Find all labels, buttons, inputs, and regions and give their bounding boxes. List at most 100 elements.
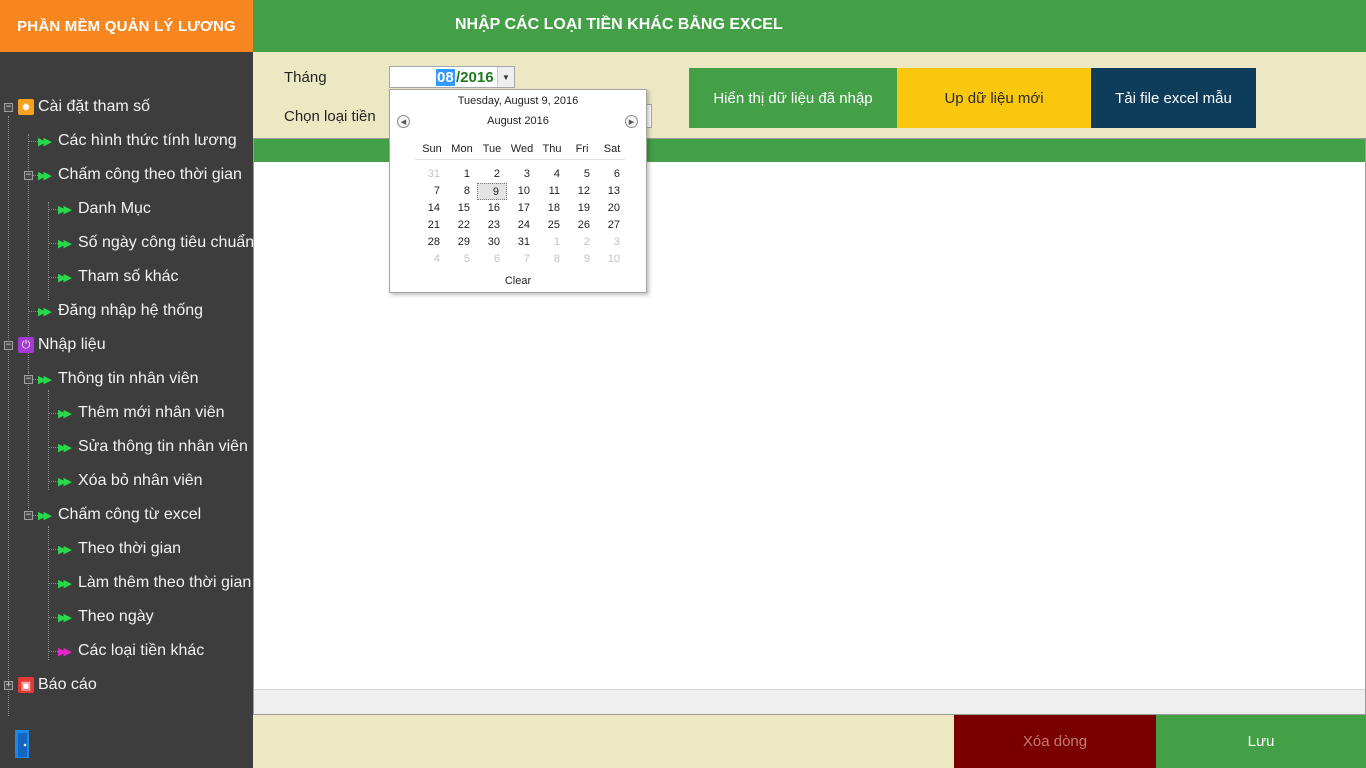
calendar-day[interactable]: 29 [447,234,477,251]
calendar-day[interactable]: 20 [597,200,627,217]
calendar-day[interactable]: 2 [477,166,507,183]
calendar-day[interactable]: 10 [507,183,537,200]
sidebar-item[interactable]: ▶▶ Đăng nhập hệ thống [38,298,203,324]
double-arrow-icon: ▶▶ [38,509,52,522]
collapse-icon[interactable]: − [24,171,33,180]
tree-connector-line [48,202,49,300]
sidebar-item[interactable]: ▶▶ Xóa bỏ nhân viên [58,468,203,494]
upload-data-button[interactable]: Up dữ liệu mới [897,68,1091,128]
calendar-day[interactable]: 31 [417,166,447,183]
calendar-day[interactable]: 6 [597,166,627,183]
double-arrow-icon: ▶▶ [38,305,52,318]
calendar-day[interactable]: 14 [417,200,447,217]
calendar-day[interactable]: 6 [477,251,507,268]
calendar-day[interactable]: 25 [537,217,567,234]
calendar-day[interactable]: 1 [447,166,477,183]
calendar-day[interactable]: 19 [567,200,597,217]
sidebar-item[interactable]: ▶▶ Sửa thông tin nhân viên [58,434,248,460]
calendar-day[interactable]: 3 [597,234,627,251]
collapse-icon[interactable]: − [24,375,33,384]
calendar-day[interactable]: 3 [507,166,537,183]
calendar-day[interactable]: 16 [477,200,507,217]
double-arrow-icon: ▶▶ [58,543,72,556]
collapse-icon[interactable]: − [4,341,13,350]
sidebar-item-label: Thêm mới nhân viên [78,404,225,421]
sidebar-item[interactable]: ▶▶ Làm thêm theo thời gian [58,570,251,596]
exit-door-icon[interactable] [14,729,36,759]
month-picker-input[interactable]: 08 /2016 ▼ [389,66,515,88]
sidebar-item[interactable]: ▶▶ Danh Mục [58,196,151,222]
sidebar-item[interactable]: ▣ Báo cáo [18,672,97,698]
calendar-day[interactable]: 24 [507,217,537,234]
calendar-day[interactable]: 8 [537,251,567,268]
tree-connector-line [48,583,58,584]
sidebar-item[interactable]: ▶▶ Theo thời gian [58,536,181,562]
calendar-day[interactable]: 12 [567,183,597,200]
sidebar-item[interactable]: ▶▶ Chấm công từ excel [38,502,201,528]
calendar-day[interactable]: 13 [597,183,627,200]
show-data-button[interactable]: Hiển thị dữ liệu đã nhập [689,68,897,128]
calendar-day[interactable]: 5 [567,166,597,183]
calendar-day[interactable]: 7 [507,251,537,268]
power-icon: ⏻ [18,337,34,353]
sidebar-item[interactable]: ▶▶ Các hình thức tính lương [38,128,237,154]
calendar-day[interactable]: 28 [417,234,447,251]
calendar-day[interactable]: 4 [417,251,447,268]
calendar-day[interactable]: 27 [597,217,627,234]
calendar-weekday: Thu [542,143,562,155]
sidebar-item-label: Chấm công từ excel [58,506,202,523]
calendar-day[interactable]: 9 [477,183,507,200]
calendar-day[interactable]: 1 [537,234,567,251]
sidebar-item-label: Làm thêm theo thời gian [78,574,252,591]
sidebar-item[interactable]: ▶▶ Theo ngày [58,604,154,630]
sidebar-item[interactable]: ▶▶ Thêm mới nhân viên [58,400,225,426]
tree-connector-line [48,481,58,482]
tree-connector-line [8,116,9,716]
sidebar-item[interactable]: ▶▶ Thông tin nhân viên [38,366,199,392]
calendar-clear-button[interactable]: Clear [390,275,646,287]
chevron-down-icon[interactable]: ▼ [497,67,514,87]
sidebar-item[interactable]: ▶▶ Tham số khác [58,264,178,290]
calendar-day[interactable]: 23 [477,217,507,234]
tree-connector-line [48,390,49,490]
expand-icon[interactable]: + [4,681,13,690]
calendar-day[interactable]: 4 [537,166,567,183]
tree-connector-line [48,243,58,244]
sidebar-item[interactable]: ▶▶ Số ngày công tiêu chuẩn [58,230,254,256]
calendar-day[interactable]: 10 [597,251,627,268]
sidebar-item[interactable]: ▶▶ Các loại tiền khác [58,638,204,664]
calendar-month-title[interactable]: August 2016 [390,115,646,127]
calendar-day[interactable]: 11 [537,183,567,200]
collapse-icon[interactable]: − [4,103,13,112]
calendar-day[interactable]: 7 [417,183,447,200]
calendar-day[interactable]: 26 [567,217,597,234]
delete-row-button[interactable]: Xóa dòng [954,715,1156,768]
calendar-weekday: Sat [603,143,621,155]
chevron-right-icon[interactable]: ▶ [625,115,638,128]
collapse-icon[interactable]: − [24,511,33,520]
calendar-day[interactable]: 22 [447,217,477,234]
calendar-day[interactable]: 2 [567,234,597,251]
save-button[interactable]: Lưu [1156,715,1366,768]
calendar-day[interactable]: 21 [417,217,447,234]
sidebar-item[interactable]: ⏻ Nhập liệu [18,332,106,358]
calendar-day[interactable]: 18 [537,200,567,217]
tree-connector-line [48,447,58,448]
double-arrow-icon: ▶▶ [58,271,72,284]
sidebar-item[interactable]: ▶▶ Chấm công theo thời gian [38,162,242,188]
sidebar-item[interactable]: ✹ Cài đặt tham số [18,94,150,120]
calendar-day[interactable]: 5 [447,251,477,268]
download-template-button[interactable]: Tải file excel mẫu [1091,68,1256,128]
tree-connector-line [48,651,58,652]
calendar-day[interactable]: 15 [447,200,477,217]
calendar-day[interactable]: 30 [477,234,507,251]
tree-connector-line [48,209,58,210]
sidebar-item-label: Xóa bỏ nhân viên [78,472,203,489]
double-arrow-icon: ▶▶ [38,373,52,386]
calendar-day[interactable]: 31 [507,234,537,251]
double-arrow-icon: ▶▶ [58,203,72,216]
calendar-day[interactable]: 9 [567,251,597,268]
calendar-day[interactable]: 8 [447,183,477,200]
calendar-day[interactable]: 17 [507,200,537,217]
calendar-today[interactable]: Tuesday, August 9, 2016 [390,95,646,107]
